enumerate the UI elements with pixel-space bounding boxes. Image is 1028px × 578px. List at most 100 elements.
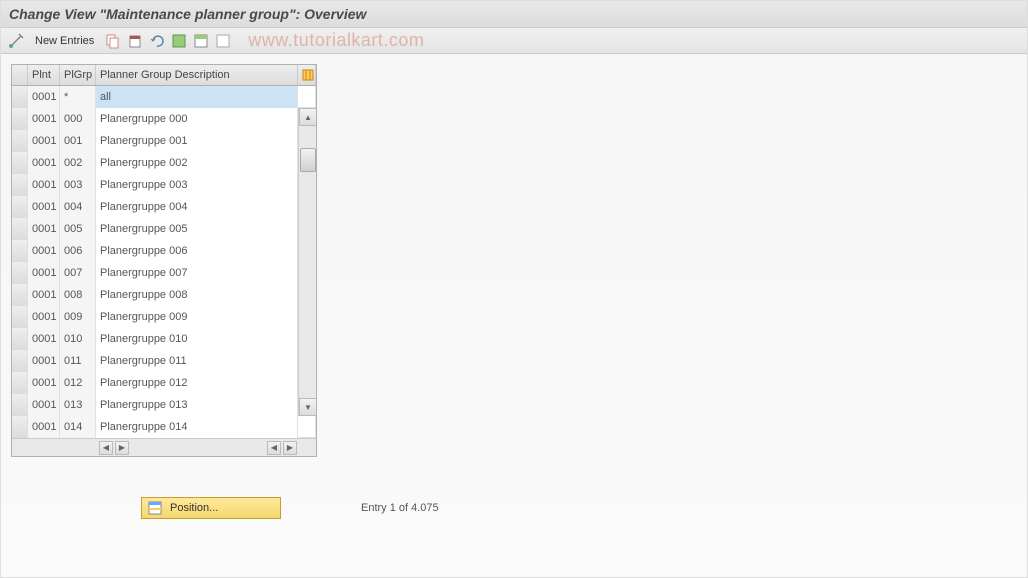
row-selector[interactable]	[12, 86, 28, 108]
row-selector[interactable]	[12, 306, 28, 328]
delete-icon[interactable]	[126, 32, 144, 50]
cell-plnt[interactable]: 0001	[28, 86, 60, 108]
cell-plnt[interactable]: 0001	[28, 284, 60, 306]
position-button[interactable]: Position...	[141, 497, 281, 519]
table-row[interactable]: 0001006Planergruppe 006	[12, 240, 316, 262]
cell-description[interactable]: Planergruppe 007	[96, 262, 298, 284]
cell-description[interactable]: Planergruppe 010	[96, 328, 298, 350]
deselect-all-icon[interactable]	[214, 32, 232, 50]
vertical-scrollbar[interactable]: ▲ ▼	[298, 108, 316, 416]
cell-plgrp[interactable]: 004	[60, 196, 96, 218]
cell-plgrp[interactable]: 014	[60, 416, 96, 438]
cell-plnt[interactable]: 0001	[28, 328, 60, 350]
row-selector[interactable]	[12, 196, 28, 218]
cell-plnt[interactable]: 0001	[28, 218, 60, 240]
cell-description[interactable]: Planergruppe 011	[96, 350, 298, 372]
table-row[interactable]: 0001010Planergruppe 010	[12, 328, 316, 350]
cell-plgrp[interactable]: 013	[60, 394, 96, 416]
cell-plnt[interactable]: 0001	[28, 196, 60, 218]
scroll-down-button[interactable]: ▼	[299, 398, 316, 416]
cell-plgrp[interactable]: 009	[60, 306, 96, 328]
cell-plgrp[interactable]: 010	[60, 328, 96, 350]
cell-plgrp[interactable]: 011	[60, 350, 96, 372]
cell-plnt[interactable]: 0001	[28, 262, 60, 284]
hscroll-right-button[interactable]: ▶	[283, 441, 297, 455]
cell-plnt[interactable]: 0001	[28, 350, 60, 372]
cell-description[interactable]: Planergruppe 012	[96, 372, 298, 394]
table-row[interactable]: 0001009Planergruppe 009	[12, 306, 316, 328]
row-selector[interactable]	[12, 130, 28, 152]
header-selector[interactable]	[12, 65, 28, 85]
hscroll-left-end-button[interactable]: ◀	[267, 441, 281, 455]
table-row[interactable]: 0001*all	[12, 86, 316, 108]
cell-description[interactable]: Planergruppe 001	[96, 130, 298, 152]
horizontal-scrollbar[interactable]: ◀ ▶ ◀ ▶	[12, 438, 316, 456]
cell-plnt[interactable]: 0001	[28, 416, 60, 438]
header-plgrp[interactable]: PlGrp	[60, 65, 96, 85]
cell-description[interactable]: Planergruppe 008	[96, 284, 298, 306]
row-selector[interactable]	[12, 262, 28, 284]
row-selector[interactable]	[12, 284, 28, 306]
cell-description[interactable]: Planergruppe 014	[96, 416, 298, 438]
cell-plgrp[interactable]: 002	[60, 152, 96, 174]
scroll-up-button[interactable]: ▲	[299, 108, 316, 126]
table-row[interactable]: 0001007Planergruppe 007	[12, 262, 316, 284]
cell-description[interactable]: Planergruppe 009	[96, 306, 298, 328]
table-row[interactable]: 0001004Planergruppe 004	[12, 196, 316, 218]
cell-plgrp[interactable]: *	[60, 86, 96, 108]
table-row[interactable]: 0001012Planergruppe 012	[12, 372, 316, 394]
cell-plnt[interactable]: 0001	[28, 152, 60, 174]
cell-plnt[interactable]: 0001	[28, 372, 60, 394]
cell-plgrp[interactable]: 008	[60, 284, 96, 306]
copy-icon[interactable]	[104, 32, 122, 50]
table-row[interactable]: 0001003Planergruppe 003	[12, 174, 316, 196]
row-selector[interactable]	[12, 372, 28, 394]
new-entries-button[interactable]: New Entries	[29, 33, 100, 49]
undo-icon[interactable]	[148, 32, 166, 50]
cell-plnt[interactable]: 0001	[28, 394, 60, 416]
cell-plgrp[interactable]: 000	[60, 108, 96, 130]
table-row[interactable]: 0001013Planergruppe 013	[12, 394, 316, 416]
cell-description[interactable]: Planergruppe 002	[96, 152, 298, 174]
table-row[interactable]: 0001002Planergruppe 002	[12, 152, 316, 174]
table-row[interactable]: 0001005Planergruppe 005	[12, 218, 316, 240]
cell-plgrp[interactable]: 007	[60, 262, 96, 284]
cell-plgrp[interactable]: 012	[60, 372, 96, 394]
header-plnt[interactable]: Plnt	[28, 65, 60, 85]
row-selector[interactable]	[12, 416, 28, 438]
cell-description[interactable]: all	[96, 86, 298, 108]
cell-plgrp[interactable]: 003	[60, 174, 96, 196]
table-row[interactable]: 0001001Planergruppe 001	[12, 130, 316, 152]
cell-plnt[interactable]: 0001	[28, 108, 60, 130]
cell-description[interactable]: Planergruppe 005	[96, 218, 298, 240]
change-display-icon[interactable]	[7, 32, 25, 50]
cell-description[interactable]: Planergruppe 004	[96, 196, 298, 218]
cell-plgrp[interactable]: 001	[60, 130, 96, 152]
table-row[interactable]: 0001011Planergruppe 011	[12, 350, 316, 372]
cell-description[interactable]: Planergruppe 013	[96, 394, 298, 416]
cell-plnt[interactable]: 0001	[28, 306, 60, 328]
row-selector[interactable]	[12, 174, 28, 196]
cell-plgrp[interactable]: 006	[60, 240, 96, 262]
row-selector[interactable]	[12, 108, 28, 130]
cell-plnt[interactable]: 0001	[28, 130, 60, 152]
table-row[interactable]: 0001008Planergruppe 008	[12, 284, 316, 306]
header-description[interactable]: Planner Group Description	[96, 65, 298, 85]
cell-description[interactable]: Planergruppe 000	[96, 108, 298, 130]
row-selector[interactable]	[12, 350, 28, 372]
cell-plgrp[interactable]: 005	[60, 218, 96, 240]
table-row[interactable]: 0001014Planergruppe 014	[12, 416, 316, 438]
select-all-icon[interactable]	[170, 32, 188, 50]
cell-description[interactable]: Planergruppe 006	[96, 240, 298, 262]
hscroll-right-inner-button[interactable]: ▶	[115, 441, 129, 455]
row-selector[interactable]	[12, 394, 28, 416]
row-selector[interactable]	[12, 152, 28, 174]
select-block-icon[interactable]	[192, 32, 210, 50]
row-selector[interactable]	[12, 218, 28, 240]
table-row[interactable]: 0001000Planergruppe 000	[12, 108, 316, 130]
cell-description[interactable]: Planergruppe 003	[96, 174, 298, 196]
table-config-icon[interactable]	[298, 65, 316, 85]
cell-plnt[interactable]: 0001	[28, 240, 60, 262]
row-selector[interactable]	[12, 328, 28, 350]
scroll-thumb[interactable]	[300, 148, 316, 172]
